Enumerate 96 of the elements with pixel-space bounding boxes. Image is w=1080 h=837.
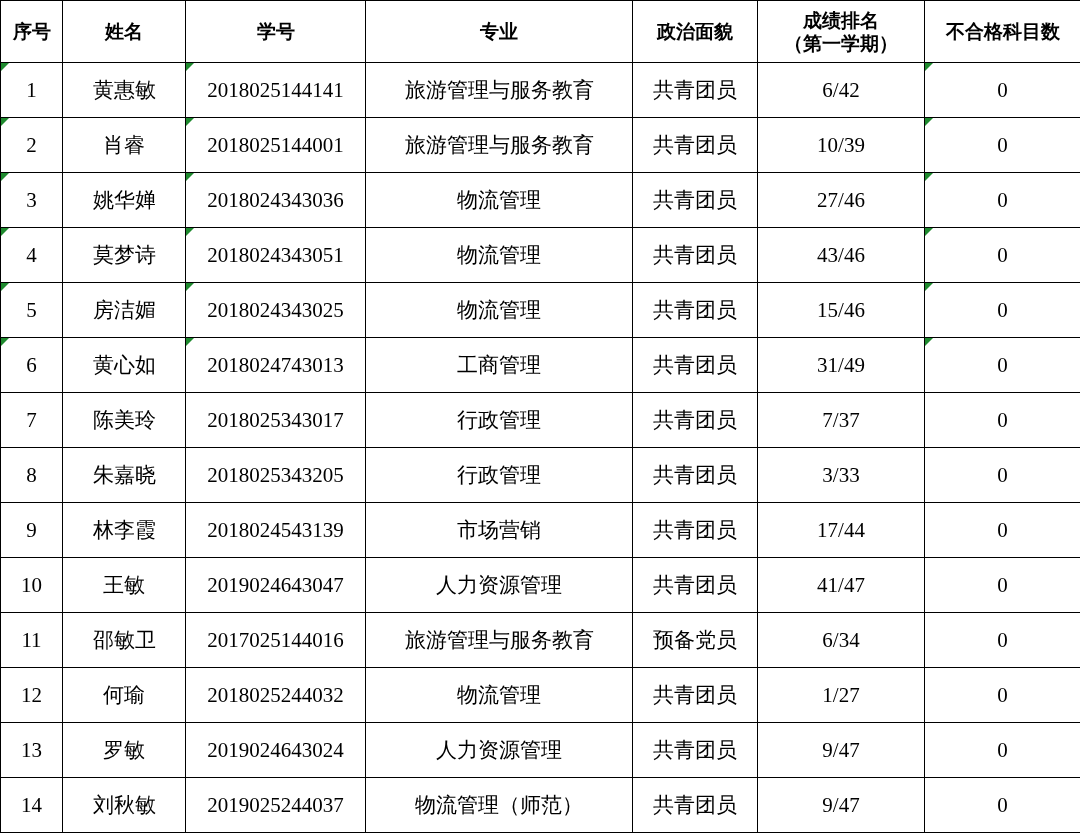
column-header: 成绩排名 （第一学期） bbox=[757, 0, 925, 63]
table-cell: 人力资源管理 bbox=[365, 722, 633, 778]
table-cell: 工商管理 bbox=[365, 337, 633, 393]
table-cell: 3/33 bbox=[757, 447, 925, 503]
table-cell: 罗敏 bbox=[62, 722, 186, 778]
table-cell: 2018024743013 bbox=[185, 337, 366, 393]
table-cell: 0 bbox=[924, 62, 1080, 118]
table-cell: 6/34 bbox=[757, 612, 925, 668]
table-cell: 10/39 bbox=[757, 117, 925, 173]
table-cell: 1 bbox=[0, 62, 63, 118]
table-cell: 物流管理 bbox=[365, 172, 633, 228]
table-cell: 14 bbox=[0, 777, 63, 833]
table-cell: 4 bbox=[0, 227, 63, 283]
table-cell: 共青团员 bbox=[632, 557, 758, 613]
table-cell: 姚华婵 bbox=[62, 172, 186, 228]
table-cell: 林李霞 bbox=[62, 502, 186, 558]
table-cell: 人力资源管理 bbox=[365, 557, 633, 613]
table-cell: 0 bbox=[924, 227, 1080, 283]
table-cell: 8 bbox=[0, 447, 63, 503]
column-header: 不合格科目数 bbox=[924, 0, 1080, 63]
table-cell: 共青团员 bbox=[632, 172, 758, 228]
table-cell: 2 bbox=[0, 117, 63, 173]
table-cell: 2019025244037 bbox=[185, 777, 366, 833]
table-cell: 物流管理 bbox=[365, 227, 633, 283]
column-header: 学号 bbox=[185, 0, 366, 63]
table-cell: 0 bbox=[924, 337, 1080, 393]
table-cell: 旅游管理与服务教育 bbox=[365, 612, 633, 668]
table-cell: 12 bbox=[0, 667, 63, 723]
table-cell: 物流管理 bbox=[365, 667, 633, 723]
table-cell: 31/49 bbox=[757, 337, 925, 393]
table-cell: 6 bbox=[0, 337, 63, 393]
table-cell: 王敏 bbox=[62, 557, 186, 613]
column-header: 序号 bbox=[0, 0, 63, 63]
table-cell: 2018025144001 bbox=[185, 117, 366, 173]
table-cell: 9/47 bbox=[757, 722, 925, 778]
table-cell: 刘秋敏 bbox=[62, 777, 186, 833]
table-cell: 2018024343025 bbox=[185, 282, 366, 338]
table-cell: 7/37 bbox=[757, 392, 925, 448]
table-cell: 共青团员 bbox=[632, 282, 758, 338]
table-cell: 5 bbox=[0, 282, 63, 338]
table-cell: 0 bbox=[924, 282, 1080, 338]
table-cell: 0 bbox=[924, 172, 1080, 228]
table-cell: 预备党员 bbox=[632, 612, 758, 668]
table-cell: 邵敏卫 bbox=[62, 612, 186, 668]
table-cell: 共青团员 bbox=[632, 117, 758, 173]
table-cell: 17/44 bbox=[757, 502, 925, 558]
table-cell: 市场营销 bbox=[365, 502, 633, 558]
table-cell: 旅游管理与服务教育 bbox=[365, 62, 633, 118]
table-cell: 7 bbox=[0, 392, 63, 448]
table-cell: 15/46 bbox=[757, 282, 925, 338]
table-cell: 2018024543139 bbox=[185, 502, 366, 558]
table-cell: 2019024643024 bbox=[185, 722, 366, 778]
table-cell: 朱嘉晓 bbox=[62, 447, 186, 503]
table-cell: 黄心如 bbox=[62, 337, 186, 393]
table-cell: 9/47 bbox=[757, 777, 925, 833]
table-cell: 13 bbox=[0, 722, 63, 778]
column-header: 专业 bbox=[365, 0, 633, 63]
table-cell: 10 bbox=[0, 557, 63, 613]
table-cell: 行政管理 bbox=[365, 392, 633, 448]
table-cell: 共青团员 bbox=[632, 227, 758, 283]
table-cell: 共青团员 bbox=[632, 722, 758, 778]
table-cell: 物流管理 bbox=[365, 282, 633, 338]
table-cell: 共青团员 bbox=[632, 502, 758, 558]
table-cell: 11 bbox=[0, 612, 63, 668]
table-cell: 肖睿 bbox=[62, 117, 186, 173]
table-cell: 3 bbox=[0, 172, 63, 228]
table-cell: 黄惠敏 bbox=[62, 62, 186, 118]
table-cell: 41/47 bbox=[757, 557, 925, 613]
table-cell: 2018025343205 bbox=[185, 447, 366, 503]
table-cell: 1/27 bbox=[757, 667, 925, 723]
table-cell: 43/46 bbox=[757, 227, 925, 283]
table-cell: 共青团员 bbox=[632, 392, 758, 448]
table-cell: 0 bbox=[924, 117, 1080, 173]
table-cell: 2018025343017 bbox=[185, 392, 366, 448]
column-header: 姓名 bbox=[62, 0, 186, 63]
table-cell: 莫梦诗 bbox=[62, 227, 186, 283]
table-cell: 共青团员 bbox=[632, 62, 758, 118]
table-cell: 陈美玲 bbox=[62, 392, 186, 448]
table-cell: 2018025244032 bbox=[185, 667, 366, 723]
table-cell: 共青团员 bbox=[632, 777, 758, 833]
table-cell: 共青团员 bbox=[632, 337, 758, 393]
table-cell: 9 bbox=[0, 502, 63, 558]
table-cell: 2018024343036 bbox=[185, 172, 366, 228]
table-cell: 共青团员 bbox=[632, 667, 758, 723]
table-cell: 6/42 bbox=[757, 62, 925, 118]
table-cell: 共青团员 bbox=[632, 447, 758, 503]
table-cell: 旅游管理与服务教育 bbox=[365, 117, 633, 173]
table-cell: 27/46 bbox=[757, 172, 925, 228]
table-cell: 房洁媚 bbox=[62, 282, 186, 338]
table-cell: 2017025144016 bbox=[185, 612, 366, 668]
table-cell: 2019024643047 bbox=[185, 557, 366, 613]
table-cell: 物流管理（师范） bbox=[365, 777, 633, 833]
table-cell: 何瑜 bbox=[62, 667, 186, 723]
table-cell: 2018024343051 bbox=[185, 227, 366, 283]
column-header: 政治面貌 bbox=[632, 0, 758, 63]
table-cell: 行政管理 bbox=[365, 447, 633, 503]
